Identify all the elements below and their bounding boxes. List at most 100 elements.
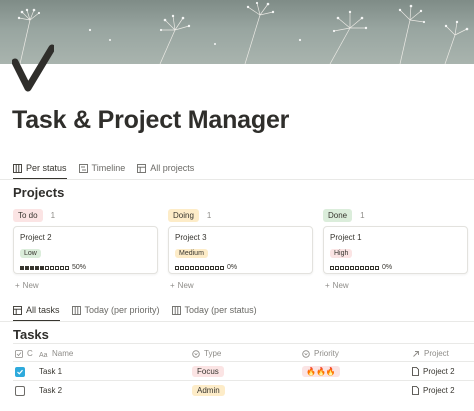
task-view-tabs: All tasks Today (per priority) Today (pe… bbox=[13, 299, 257, 322]
column-header-todo: To do 1 bbox=[13, 209, 55, 222]
table-header-row: C Aa Name Type Priority Project bbox=[13, 343, 474, 362]
tab-label: Timeline bbox=[91, 163, 126, 173]
priority-tag: High bbox=[330, 249, 353, 258]
board-icon bbox=[71, 305, 81, 315]
cover-flowers-illustration bbox=[17, 1, 469, 64]
priority-tag: Medium bbox=[175, 249, 208, 258]
status-pill: Doing bbox=[168, 209, 199, 222]
new-label: New bbox=[22, 281, 39, 290]
plus-icon: + bbox=[325, 281, 330, 290]
card-title: Project 2 bbox=[20, 233, 52, 242]
page-icon bbox=[412, 386, 419, 395]
board-icon bbox=[13, 163, 22, 173]
task-type[interactable]: Admin bbox=[192, 381, 225, 400]
project-card[interactable]: Project 2 Low 50% bbox=[13, 226, 158, 274]
table-icon bbox=[137, 163, 147, 173]
priority-pill: 🔥🔥🔥 bbox=[302, 366, 340, 377]
tab-all-tasks[interactable]: All tasks bbox=[13, 299, 60, 322]
header-label: Project bbox=[424, 349, 449, 358]
progress-squares bbox=[330, 265, 379, 270]
project-link-label: Project 2 bbox=[423, 367, 455, 376]
divider bbox=[0, 179, 474, 180]
header-label: Type bbox=[204, 349, 222, 358]
divider bbox=[0, 321, 474, 322]
check-icon bbox=[17, 369, 23, 375]
view-tabs: Per status Timeline All projects bbox=[13, 157, 194, 180]
project-link-label: Project 2 bbox=[423, 386, 455, 395]
new-card-button[interactable]: + New bbox=[15, 281, 39, 290]
project-link[interactable]: Project 2 bbox=[412, 367, 455, 376]
task-project[interactable]: Project 2 bbox=[412, 362, 455, 381]
progress-label: 50% bbox=[72, 264, 87, 271]
tasks-section-title: Tasks bbox=[13, 327, 49, 342]
progress-squares bbox=[20, 265, 69, 270]
checkbox-icon bbox=[15, 349, 23, 358]
page-title: Task & Project Manager bbox=[12, 106, 290, 134]
card-title: Project 3 bbox=[175, 233, 207, 242]
type-pill: Admin bbox=[192, 385, 225, 396]
timeline-icon bbox=[78, 163, 88, 173]
table-row[interactable]: Task 1 Focus 🔥🔥🔥 Project 2 bbox=[13, 361, 474, 380]
project-card[interactable]: Project 3 Medium 0% bbox=[168, 226, 313, 274]
new-card-button[interactable]: + New bbox=[170, 281, 194, 290]
column-count: 1 bbox=[206, 211, 212, 220]
table-icon bbox=[13, 305, 22, 315]
tab-per-status[interactable]: Per status bbox=[13, 157, 67, 180]
header-label: C bbox=[27, 349, 33, 358]
header-label: Name bbox=[52, 349, 74, 358]
column-header-done: Done 1 bbox=[323, 209, 365, 222]
new-label: New bbox=[177, 281, 194, 290]
header-label: Priority bbox=[314, 349, 339, 358]
tab-label: All projects bbox=[150, 163, 195, 173]
tab-today-per-priority[interactable]: Today (per priority) bbox=[71, 299, 160, 321]
select-property-icon bbox=[302, 349, 310, 358]
column-header-doing: Doing 1 bbox=[168, 209, 211, 222]
progress-label: 0% bbox=[227, 264, 238, 271]
plus-icon: + bbox=[170, 281, 175, 290]
page-icon bbox=[412, 367, 419, 376]
tab-label: All tasks bbox=[26, 305, 60, 315]
select-property-icon bbox=[192, 349, 200, 358]
cover-image bbox=[0, 0, 474, 64]
tab-label: Today (per priority) bbox=[84, 305, 160, 315]
task-priority[interactable]: 🔥🔥🔥 bbox=[302, 362, 340, 381]
board-icon bbox=[171, 305, 181, 315]
progress-squares bbox=[175, 265, 224, 270]
status-pill: Done bbox=[323, 209, 353, 222]
new-label: New bbox=[332, 281, 349, 290]
project-link[interactable]: Project 2 bbox=[412, 386, 455, 395]
type-pill: Focus bbox=[192, 366, 224, 377]
task-name[interactable]: Task 1 bbox=[39, 362, 62, 381]
progress-bar: 0% bbox=[175, 264, 306, 271]
priority-tag: Low bbox=[20, 249, 41, 258]
tab-label: Today (per status) bbox=[184, 305, 257, 315]
checkmark-icon[interactable] bbox=[11, 44, 56, 92]
status-pill: To do bbox=[13, 209, 43, 222]
progress-label: 0% bbox=[382, 264, 393, 271]
task-checkbox[interactable] bbox=[15, 362, 25, 381]
tab-all-projects[interactable]: All projects bbox=[137, 157, 194, 179]
checkbox-checked[interactable] bbox=[15, 366, 25, 377]
task-type[interactable]: Focus bbox=[192, 362, 224, 381]
task-project[interactable]: Project 2 bbox=[412, 381, 455, 400]
task-name[interactable]: Task 2 bbox=[39, 381, 62, 400]
plus-icon: + bbox=[15, 281, 20, 290]
projects-section-title: Projects bbox=[13, 185, 65, 200]
column-count: 1 bbox=[360, 211, 365, 220]
project-card[interactable]: Project 1 High 0% bbox=[323, 226, 468, 274]
tab-label: Per status bbox=[26, 163, 67, 173]
tab-timeline[interactable]: Timeline bbox=[78, 157, 126, 179]
relation-arrow-icon bbox=[413, 350, 419, 357]
text-property-icon: Aa bbox=[39, 352, 48, 358]
tab-today-per-status[interactable]: Today (per status) bbox=[171, 299, 257, 321]
checkbox-unchecked[interactable] bbox=[15, 385, 25, 396]
tasks-table: C Aa Name Type Priority Project Task 1 F… bbox=[13, 343, 474, 403]
new-card-button[interactable]: + New bbox=[325, 281, 349, 290]
svg-text:Aa: Aa bbox=[39, 352, 48, 358]
progress-bar: 50% bbox=[20, 264, 151, 271]
column-count: 1 bbox=[50, 211, 56, 220]
progress-bar: 0% bbox=[330, 264, 461, 271]
card-title: Project 1 bbox=[330, 233, 362, 242]
task-checkbox[interactable] bbox=[15, 381, 25, 400]
table-row[interactable]: Task 2 Admin Project 2 bbox=[13, 380, 474, 399]
